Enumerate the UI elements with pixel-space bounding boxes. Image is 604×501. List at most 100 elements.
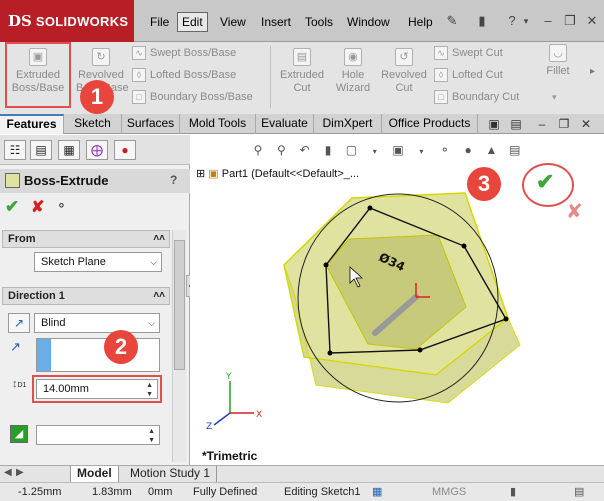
swept-cut-button[interactable]: ∿ Swept Cut xyxy=(434,44,503,62)
tab-features[interactable]: Features xyxy=(0,114,64,134)
pm-scroll-thumb[interactable] xyxy=(174,240,185,370)
boundary-boss-button[interactable]: □ Boundary Boss/Base xyxy=(132,88,253,106)
menu-tools[interactable]: Tools xyxy=(305,12,333,32)
revolve-cut-icon: ↺ xyxy=(395,48,413,66)
collapse-icon[interactable]: ˄˄ xyxy=(153,231,165,247)
tab-options-icon[interactable]: ▣ xyxy=(486,116,502,132)
pin-icon[interactable]: ✎ xyxy=(444,13,460,29)
property-manager-icon[interactable]: ▤ xyxy=(30,140,52,160)
tab-scroll-left-icon[interactable]: ◀ xyxy=(4,467,12,478)
lofted-boss-button[interactable]: ◊ Lofted Boss/Base xyxy=(132,66,236,84)
depth-input[interactable]: 14.00mm ▲ ▼ xyxy=(36,379,158,399)
collapse-icon[interactable]: ˄˄ xyxy=(153,288,165,304)
dimxpert-manager-icon[interactable]: ⨁ xyxy=(86,140,108,160)
end-condition-select[interactable]: Blind ⌵ xyxy=(34,313,160,333)
property-manager: ☷ ▤ ▦ ⨁ ● Boss-Extrude ? ✔ ✘ ⚬ From ˄˄ S… xyxy=(0,135,194,465)
sketch-vertex xyxy=(367,205,373,211)
ds-logo-mark: DS xyxy=(8,12,32,30)
tab-options-2-icon[interactable]: ▤ xyxy=(508,116,524,132)
display-manager-icon[interactable]: ● xyxy=(114,140,136,160)
chevron-down-icon[interactable]: ▾ xyxy=(518,13,534,29)
tab-surfaces[interactable]: Surfaces xyxy=(122,114,180,134)
from-select[interactable]: Sketch Plane ⌵ xyxy=(34,252,162,272)
close-icon[interactable]: ✕ xyxy=(584,13,600,29)
sketch-vertex xyxy=(323,262,329,268)
boundary-cut-button[interactable]: □ Boundary Cut xyxy=(434,88,519,106)
spinner-icon[interactable]: ▲ ▼ xyxy=(148,427,155,445)
fillet-button[interactable]: ◡ Fillet xyxy=(540,42,576,106)
menu-window[interactable]: Window xyxy=(347,12,390,32)
hole-wizard-icon: ◉ xyxy=(344,48,362,66)
end-condition-value: Blind xyxy=(41,317,66,329)
callout-3: 3 xyxy=(467,167,501,201)
tab-office-products[interactable]: Office Products xyxy=(382,114,478,134)
boss-extrude-icon xyxy=(5,173,20,188)
extruded-boss-button[interactable]: ▣ Extruded Boss/Base xyxy=(8,46,68,110)
swept-boss-button[interactable]: ∿ Swept Boss/Base xyxy=(132,44,236,62)
draft-toggle-icon[interactable]: ◢ xyxy=(10,425,28,443)
svg-text:Y: Y xyxy=(225,372,232,382)
menu-file[interactable]: File xyxy=(150,12,169,32)
confirm-corner-cancel-icon[interactable]: ✘ xyxy=(566,199,583,224)
tab-dimxpert[interactable]: DimXpert xyxy=(314,114,382,134)
reverse-direction-icon[interactable]: ↗ xyxy=(8,313,30,333)
menu-insert[interactable]: Insert xyxy=(261,12,291,32)
status-bar: -1.25mm 1.83mm 0mm Fully Defined Editing… xyxy=(0,482,604,501)
extruded-cut-button[interactable]: ▤ Extruded Cut xyxy=(276,46,328,110)
minimize-icon[interactable]: – xyxy=(540,13,556,29)
pm-help-icon[interactable]: ? xyxy=(170,173,177,187)
ok-check-icon[interactable]: ✔ xyxy=(5,197,19,217)
menu-view[interactable]: View xyxy=(220,12,246,32)
ribbon-scroll-right-icon[interactable]: ▸ xyxy=(590,66,595,77)
boundary-cut-label: Boundary Cut xyxy=(452,91,520,103)
status-units[interactable]: MMGS xyxy=(432,483,466,501)
title-bar: DS SOLIDWORKS File Edit View Insert Tool… xyxy=(0,0,604,42)
pm-title-bar: Boss-Extrude ? xyxy=(0,169,190,193)
confirm-corner-ok-icon[interactable]: ✔ xyxy=(536,169,554,195)
status-expand-icon[interactable]: ▤ xyxy=(574,483,584,501)
spinner-icon[interactable]: ▲ ▼ xyxy=(146,381,153,399)
hole-wizard-label: Hole Wizard xyxy=(335,69,371,94)
draft-angle-input[interactable]: ▲ ▼ xyxy=(36,425,160,445)
tab-mold-tools[interactable]: Mold Tools xyxy=(180,114,256,134)
lofted-cut-button[interactable]: ◊ Lofted Cut xyxy=(434,66,503,84)
search-commands-icon[interactable]: ▮ xyxy=(474,13,490,29)
pm-scrollbar[interactable] xyxy=(172,230,186,462)
from-header-label: From xyxy=(8,233,36,245)
configuration-manager-icon[interactable]: ▦ xyxy=(58,140,80,160)
swept-cut-label: Swept Cut xyxy=(452,47,503,59)
app-name: SOLIDWORKS xyxy=(35,13,129,29)
tab-scroll-right-icon[interactable]: ▶ xyxy=(16,467,24,478)
direction-reference-box[interactable] xyxy=(36,338,160,372)
doc-restore-icon[interactable]: ❐ xyxy=(556,116,572,132)
tab-motion-study[interactable]: Motion Study 1 xyxy=(124,466,218,482)
detailed-preview-icon[interactable]: ⚬ xyxy=(56,198,67,214)
extrude-cut-icon: ▤ xyxy=(293,48,311,66)
direction1-group-header[interactable]: Direction 1 ˄˄ xyxy=(2,287,170,305)
direction-vector-icon: ↗ xyxy=(10,339,21,354)
sketch-vertex xyxy=(327,350,333,356)
graphics-area[interactable]: ⚲ ⚲ ↶ ▮ ▢ ▾ ▣ ▾ ⚬ ● ▲ ▤ ⊞ ▣ Part1 (Defau… xyxy=(190,135,604,465)
rebuild-icon[interactable]: ▦ xyxy=(372,483,382,501)
menu-help[interactable]: Help xyxy=(408,12,433,32)
doc-minimize-icon[interactable]: – xyxy=(534,116,550,132)
tab-sketch[interactable]: Sketch xyxy=(64,114,122,134)
tab-evaluate[interactable]: Evaluate xyxy=(256,114,314,134)
doc-close-icon[interactable]: ✕ xyxy=(578,116,594,132)
hole-wizard-button[interactable]: ◉ Hole Wizard xyxy=(330,46,376,110)
status-options-icon[interactable]: ▮ xyxy=(510,483,516,501)
restore-icon[interactable]: ❐ xyxy=(562,13,578,29)
fillet-dropdown-icon[interactable]: ▾ xyxy=(552,92,557,103)
from-select-value: Sketch Plane xyxy=(41,256,106,268)
feature-manager-icon[interactable]: ☷ xyxy=(4,140,26,160)
view-orientation-label: *Trimetric xyxy=(202,449,258,463)
menu-edit[interactable]: Edit xyxy=(177,12,208,32)
from-group-header[interactable]: From ˄˄ xyxy=(2,230,170,248)
lofted-boss-label: Lofted Boss/Base xyxy=(150,69,237,81)
solidworks-logo[interactable]: DS SOLIDWORKS xyxy=(0,0,134,42)
tab-model[interactable]: Model xyxy=(70,466,119,482)
revolved-cut-button[interactable]: ↺ Revolved Cut xyxy=(378,46,430,110)
selection-color-strip xyxy=(37,339,51,371)
status-mode: Editing Sketch1 xyxy=(284,486,361,498)
cancel-x-icon[interactable]: ✘ xyxy=(31,197,44,217)
